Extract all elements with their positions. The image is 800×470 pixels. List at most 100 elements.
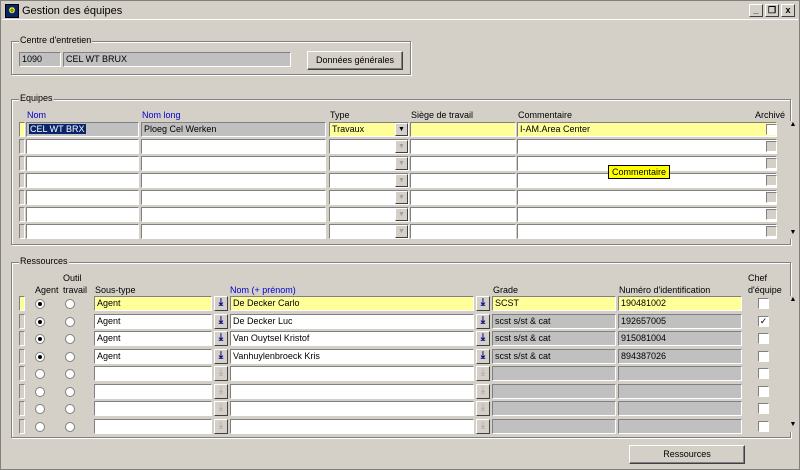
- lov-arrow-icon[interactable]: ⤓: [476, 383, 490, 399]
- chevron-down-icon[interactable]: ▼: [395, 191, 408, 204]
- close-button[interactable]: x: [781, 4, 795, 17]
- equipe-nom-long-field[interactable]: Ploeg Cel Werken: [141, 122, 326, 137]
- lov-arrow-icon[interactable]: ⤓: [214, 313, 228, 329]
- lov-arrow-icon[interactable]: ⤓: [214, 401, 228, 416]
- lov-arrow-icon[interactable]: ⤓: [476, 313, 490, 329]
- equipe-siege-field[interactable]: [410, 190, 516, 205]
- equipe-archive-checkbox[interactable]: [766, 192, 777, 203]
- equipe-siege-field[interactable]: [410, 207, 516, 222]
- outil-travail-radio[interactable]: [65, 299, 75, 309]
- ressource-sous-type-field[interactable]: Agent: [94, 296, 212, 311]
- equipe-nom-long-field[interactable]: [141, 139, 326, 154]
- equipe-commentaire-field[interactable]: [517, 190, 777, 205]
- equipe-nom-field[interactable]: [26, 224, 139, 239]
- ressource-nom-field[interactable]: [230, 383, 474, 399]
- row-indicator[interactable]: [19, 207, 25, 222]
- outil-travail-radio[interactable]: [65, 421, 75, 432]
- chevron-down-icon[interactable]: ▼: [395, 208, 408, 221]
- lov-arrow-icon[interactable]: ⤓: [214, 366, 228, 381]
- chevron-down-icon[interactable]: ▼: [395, 140, 408, 153]
- scroll-up-icon[interactable]: ▲: [788, 121, 798, 129]
- lov-arrow-icon[interactable]: ⤓: [476, 366, 490, 381]
- equipe-siege-field[interactable]: [410, 224, 516, 239]
- outil-travail-radio[interactable]: [65, 404, 75, 414]
- row-indicator[interactable]: [19, 156, 25, 171]
- chef-equipe-checkbox[interactable]: ✓: [758, 315, 769, 327]
- outil-travail-radio[interactable]: [65, 386, 75, 397]
- outil-travail-radio[interactable]: [65, 334, 75, 344]
- equipe-nom-field[interactable]: [26, 139, 139, 154]
- equipe-archive-checkbox[interactable]: [766, 175, 777, 186]
- equipe-nom-field[interactable]: [26, 190, 139, 205]
- lov-arrow-icon[interactable]: ⤓: [476, 296, 490, 311]
- equipe-siege-field[interactable]: [410, 139, 516, 154]
- chef-equipe-checkbox[interactable]: [758, 368, 769, 379]
- agent-radio[interactable]: [35, 421, 45, 432]
- agent-radio[interactable]: [35, 334, 45, 344]
- row-indicator[interactable]: [19, 331, 25, 346]
- donnees-generales-button[interactable]: Données générales: [307, 51, 403, 70]
- chef-equipe-checkbox[interactable]: [758, 350, 769, 362]
- ressource-nom-field[interactable]: De Decker Carlo: [230, 296, 474, 311]
- agent-radio[interactable]: [35, 386, 45, 397]
- chevron-down-icon[interactable]: ▼: [395, 174, 408, 187]
- equipe-nom-long-field[interactable]: [141, 190, 326, 205]
- lov-arrow-icon[interactable]: ⤓: [214, 383, 228, 399]
- row-indicator[interactable]: [19, 348, 25, 364]
- equipes-scrollbar[interactable]: ▲ ▼: [788, 121, 798, 239]
- ressource-sous-type-field[interactable]: [94, 401, 212, 416]
- chef-equipe-checkbox[interactable]: [758, 403, 769, 414]
- equipe-nom-field[interactable]: [26, 173, 139, 188]
- equipe-archive-checkbox[interactable]: [766, 226, 777, 237]
- chevron-down-icon[interactable]: ▼: [395, 157, 408, 170]
- row-indicator[interactable]: [19, 366, 25, 381]
- ressource-nom-field[interactable]: Van Ouytsel Kristof: [230, 331, 474, 346]
- equipe-commentaire-field[interactable]: [517, 224, 777, 239]
- equipe-nom-long-field[interactable]: [141, 156, 326, 171]
- ressource-nom-field[interactable]: [230, 366, 474, 381]
- equipe-nom-long-field[interactable]: [141, 173, 326, 188]
- equipe-archive-checkbox[interactable]: [766, 209, 777, 220]
- minimize-button[interactable]: _: [749, 4, 763, 17]
- row-indicator[interactable]: [19, 173, 25, 188]
- equipe-nom-long-field[interactable]: [141, 224, 326, 239]
- ressources-scrollbar[interactable]: ▲ ▼: [788, 296, 798, 432]
- chef-equipe-checkbox[interactable]: [758, 333, 769, 344]
- equipe-nom-field[interactable]: [26, 207, 139, 222]
- outil-travail-radio[interactable]: [65, 316, 75, 327]
- lov-arrow-icon[interactable]: ⤓: [476, 418, 490, 434]
- ressource-sous-type-field[interactable]: Agent: [94, 313, 212, 329]
- ressource-sous-type-field[interactable]: [94, 383, 212, 399]
- row-indicator[interactable]: [19, 383, 25, 399]
- chef-equipe-checkbox[interactable]: [758, 385, 769, 397]
- lov-arrow-icon[interactable]: ⤓: [476, 331, 490, 346]
- row-indicator[interactable]: [19, 224, 25, 239]
- equipe-siege-field[interactable]: [410, 173, 516, 188]
- ressource-nom-field[interactable]: Vanhuylenbroeck Kris: [230, 348, 474, 364]
- lov-arrow-icon[interactable]: ⤓: [476, 348, 490, 364]
- agent-radio[interactable]: [35, 299, 45, 309]
- row-indicator[interactable]: [19, 401, 25, 416]
- scroll-down-icon[interactable]: ▼: [788, 421, 798, 429]
- equipe-archive-checkbox[interactable]: [766, 158, 777, 169]
- restore-button[interactable]: ❐: [765, 4, 779, 17]
- chef-equipe-checkbox[interactable]: [758, 420, 769, 432]
- lov-arrow-icon[interactable]: ⤓: [214, 331, 228, 346]
- row-indicator[interactable]: [19, 190, 25, 205]
- ressource-sous-type-field[interactable]: Agent: [94, 331, 212, 346]
- lov-arrow-icon[interactable]: ⤓: [214, 418, 228, 434]
- agent-radio[interactable]: [35, 351, 45, 362]
- ressource-sous-type-field[interactable]: [94, 366, 212, 381]
- ressource-nom-field[interactable]: [230, 401, 474, 416]
- equipe-nom-long-field[interactable]: [141, 207, 326, 222]
- lov-arrow-icon[interactable]: ⤓: [476, 401, 490, 416]
- equipe-nom-field[interactable]: [26, 156, 139, 171]
- row-indicator[interactable]: [19, 139, 25, 154]
- equipe-siege-field[interactable]: [410, 122, 516, 137]
- row-indicator[interactable]: [19, 122, 25, 137]
- scroll-up-icon[interactable]: ▲: [788, 296, 798, 304]
- chevron-down-icon[interactable]: ▼: [395, 225, 408, 238]
- equipe-commentaire-field[interactable]: I-AM.Area Center: [517, 122, 777, 137]
- agent-radio[interactable]: [35, 369, 45, 379]
- equipe-archive-checkbox[interactable]: [766, 124, 777, 135]
